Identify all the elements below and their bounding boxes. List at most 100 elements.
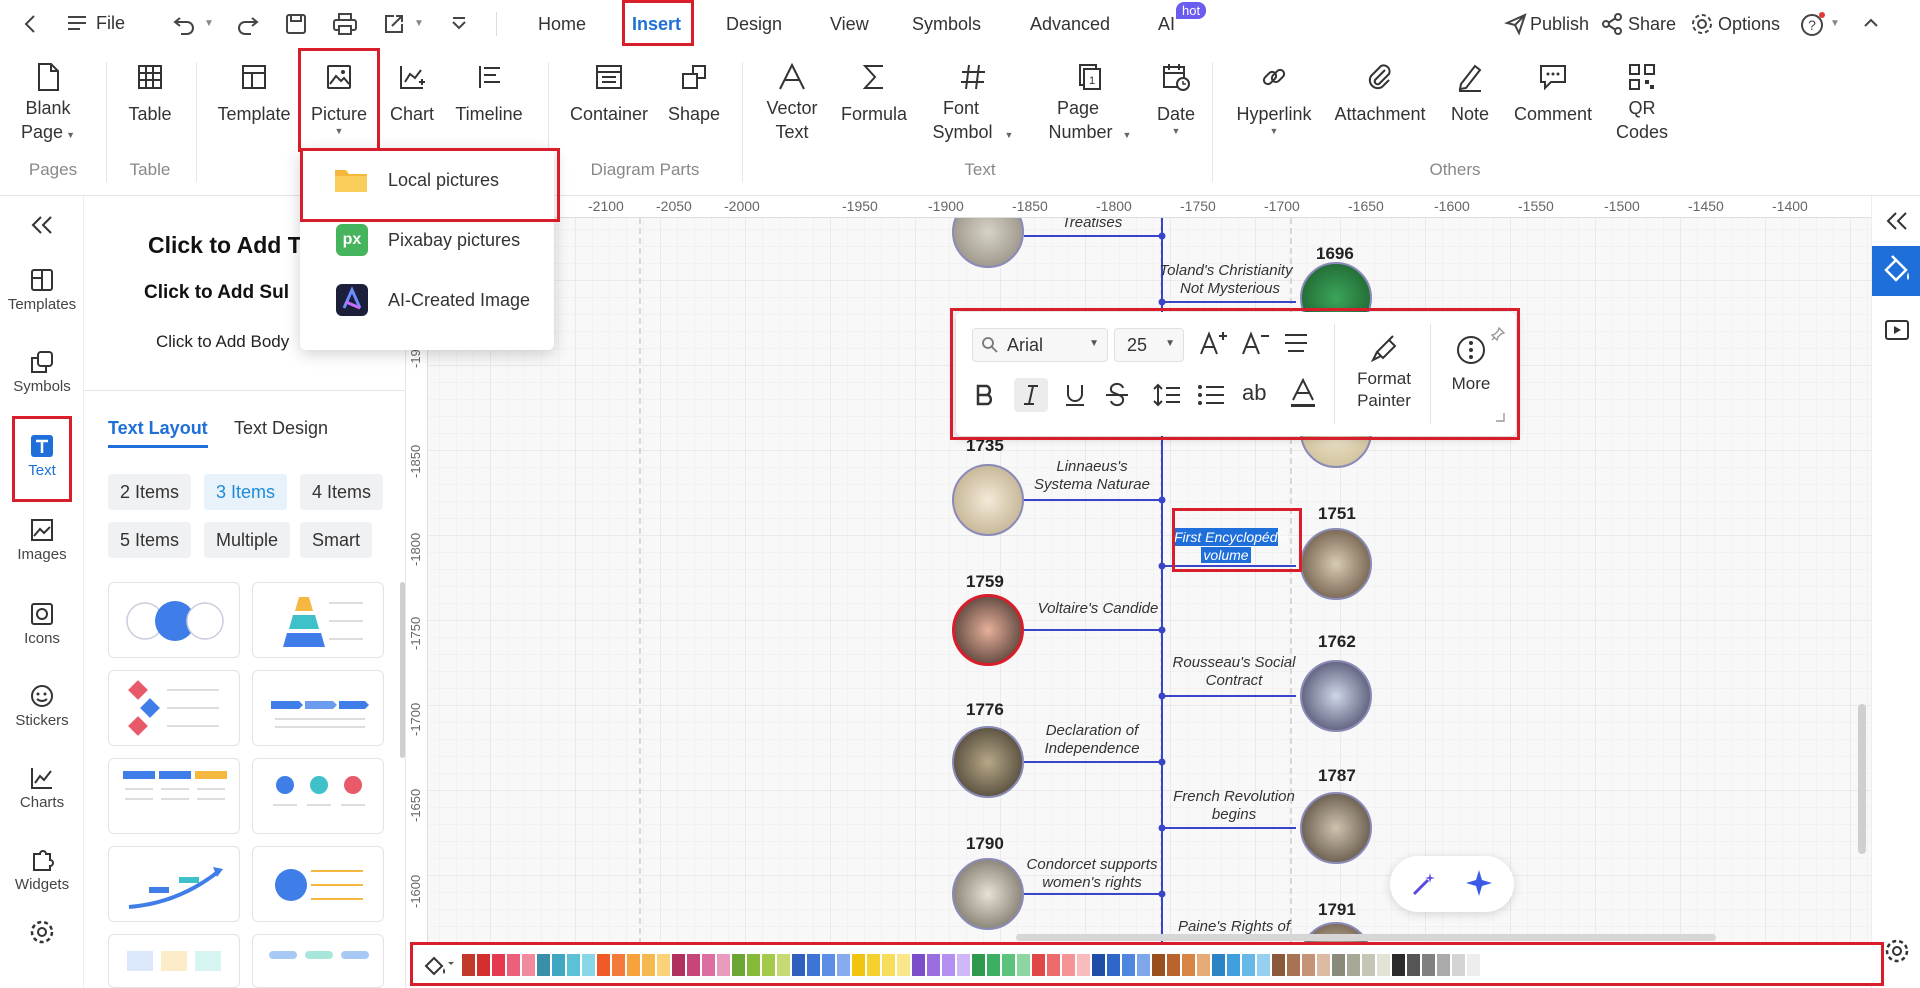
- layout-thumbnail[interactable]: [108, 670, 240, 746]
- chip-2-items[interactable]: 2 Items: [108, 474, 192, 510]
- tab-text-design[interactable]: Text Design: [234, 418, 328, 439]
- color-swatch[interactable]: [1047, 954, 1060, 976]
- layout-thumbnail[interactable]: [252, 582, 384, 658]
- undo-dropdown-icon[interactable]: ▼: [204, 18, 214, 29]
- print-icon[interactable]: [332, 12, 358, 36]
- comment-button[interactable]: Comment: [1508, 62, 1598, 126]
- color-swatch[interactable]: [582, 954, 595, 976]
- color-swatch[interactable]: [477, 954, 490, 976]
- color-swatch[interactable]: [1227, 954, 1240, 976]
- event-label[interactable]: Condorcet supports women's rights: [1026, 856, 1158, 892]
- attachment-button[interactable]: Attachment: [1330, 62, 1430, 126]
- event-year[interactable]: 1776: [966, 700, 1004, 720]
- color-swatch[interactable]: [627, 954, 640, 976]
- event-year[interactable]: 1751: [1318, 504, 1356, 524]
- menu-item-pixabay-pictures[interactable]: px Pixabay pictures: [300, 212, 554, 268]
- options-gear-icon[interactable]: [1690, 12, 1714, 36]
- color-swatch[interactable]: [1407, 954, 1420, 976]
- nav-images[interactable]: Images: [0, 516, 84, 563]
- event-year[interactable]: 1735: [966, 436, 1004, 456]
- chip-smart[interactable]: Smart: [300, 522, 373, 558]
- save-icon[interactable]: [284, 12, 308, 36]
- tab-symbols[interactable]: Symbols: [912, 0, 981, 48]
- event-label[interactable]: Voltaire's Candide: [1030, 600, 1166, 618]
- color-swatch[interactable]: [687, 954, 700, 976]
- chip-4-items[interactable]: 4 Items: [300, 474, 384, 510]
- export-dropdown-icon[interactable]: ▼: [414, 18, 424, 29]
- blank-page-button[interactable]: Blank Page ▼: [18, 62, 78, 147]
- options-button[interactable]: Options: [1718, 14, 1780, 35]
- color-swatch[interactable]: [1332, 954, 1345, 976]
- share-icon[interactable]: [1600, 12, 1624, 36]
- shape-button[interactable]: Shape: [664, 62, 724, 126]
- event-year[interactable]: 1787: [1318, 766, 1356, 786]
- color-swatch[interactable]: [807, 954, 820, 976]
- font-family-select[interactable]: Arial ▼: [972, 328, 1108, 362]
- color-swatch[interactable]: [552, 954, 565, 976]
- event-year[interactable]: 1790: [966, 834, 1004, 854]
- event-image[interactable]: [1300, 528, 1372, 600]
- tab-ai[interactable]: AI: [1158, 0, 1175, 48]
- color-swatch[interactable]: [1347, 954, 1360, 976]
- tab-view[interactable]: View: [830, 0, 869, 48]
- event-year[interactable]: 1791: [1318, 900, 1356, 920]
- fill-bucket-icon[interactable]: [422, 952, 456, 983]
- note-button[interactable]: Note: [1440, 62, 1500, 126]
- chip-3-items[interactable]: 3 Items: [204, 474, 288, 510]
- font-color-icon[interactable]: [1288, 377, 1318, 415]
- qr-codes-button[interactable]: QR Codes: [1610, 62, 1674, 144]
- presentation-icon[interactable]: [1884, 318, 1910, 347]
- color-swatch[interactable]: [597, 954, 610, 976]
- italic-icon[interactable]: [1014, 378, 1048, 412]
- color-swatch[interactable]: [642, 954, 655, 976]
- click-to-add-title[interactable]: Click to Add T: [148, 232, 302, 259]
- date-button[interactable]: Date ▼: [1146, 62, 1206, 136]
- color-swatch[interactable]: [1137, 954, 1150, 976]
- color-swatch[interactable]: [1317, 954, 1330, 976]
- nav-text[interactable]: Text: [0, 432, 84, 479]
- color-swatch[interactable]: [657, 954, 670, 976]
- color-swatch[interactable]: [492, 954, 505, 976]
- template-button[interactable]: Template: [214, 62, 294, 126]
- date-dropdown-icon[interactable]: ▼: [1146, 126, 1206, 136]
- font-size-select[interactable]: 25 ▼: [1114, 328, 1184, 362]
- color-swatch[interactable]: [897, 954, 910, 976]
- event-label[interactable]: Linnaeus's Systema Naturae: [1030, 458, 1154, 494]
- event-image[interactable]: [952, 858, 1024, 930]
- color-swatch[interactable]: [912, 954, 925, 976]
- color-swatch[interactable]: [747, 954, 760, 976]
- tab-insert[interactable]: Insert: [632, 0, 681, 48]
- collapse-panel-icon[interactable]: [0, 214, 84, 238]
- color-swatch[interactable]: [822, 954, 835, 976]
- nav-widgets[interactable]: Widgets: [0, 846, 84, 893]
- page-number-button[interactable]: 1 Page Number ▼: [1042, 62, 1138, 147]
- panel-scrollbar[interactable]: [400, 582, 405, 758]
- nav-stickers[interactable]: Stickers: [0, 682, 84, 729]
- increase-font-icon[interactable]: [1198, 328, 1228, 363]
- color-swatch[interactable]: [567, 954, 580, 976]
- layout-thumbnail[interactable]: [252, 846, 384, 922]
- color-swatch[interactable]: [837, 954, 850, 976]
- nav-symbols[interactable]: Symbols: [0, 348, 84, 395]
- underline-icon[interactable]: [1062, 382, 1088, 413]
- fill-style-icon[interactable]: [1872, 246, 1920, 296]
- font-symbol-button[interactable]: Font Symbol ▼: [928, 62, 1018, 147]
- help-dropdown-icon[interactable]: ▼: [1830, 18, 1840, 29]
- strikethrough-icon[interactable]: [1104, 382, 1130, 413]
- help-icon[interactable]: ?: [1800, 12, 1826, 38]
- color-swatch[interactable]: [1437, 954, 1450, 976]
- color-swatch[interactable]: [1362, 954, 1375, 976]
- bullet-list-icon[interactable]: [1196, 382, 1226, 413]
- color-swatch[interactable]: [1062, 954, 1075, 976]
- ai-sparkle-icon[interactable]: [1464, 868, 1494, 903]
- color-swatch[interactable]: [957, 954, 970, 976]
- color-swatch[interactable]: [462, 954, 475, 976]
- color-swatch[interactable]: [1032, 954, 1045, 976]
- color-swatch[interactable]: [1257, 954, 1270, 976]
- layout-thumbnail[interactable]: [108, 934, 240, 988]
- undo-icon[interactable]: [172, 12, 196, 36]
- event-image[interactable]: [952, 726, 1024, 798]
- layout-thumbnail[interactable]: [252, 934, 384, 988]
- hyperlink-button[interactable]: Hyperlink ▼: [1228, 62, 1320, 136]
- expand-right-panel-icon[interactable]: [1884, 210, 1908, 237]
